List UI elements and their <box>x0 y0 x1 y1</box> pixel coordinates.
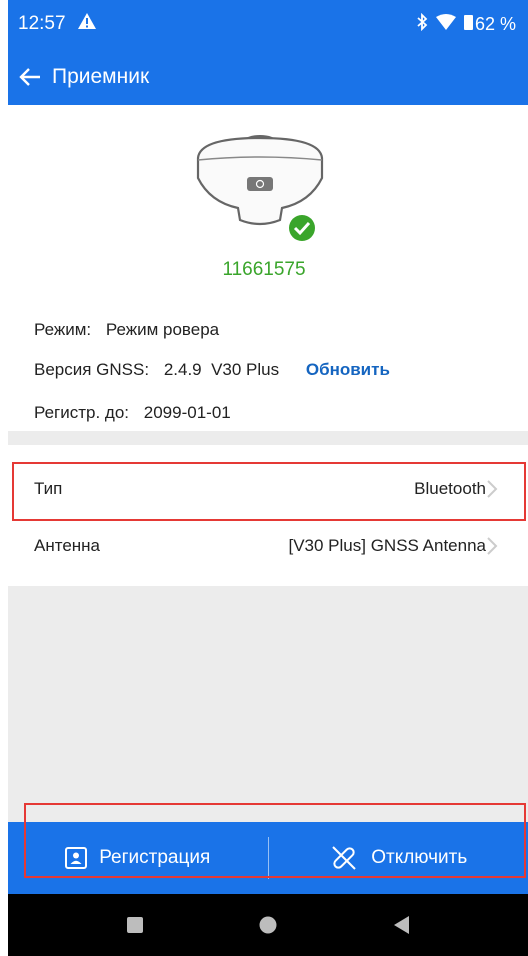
gnss-version-row: Версия GNSS: 2.4.9 V30 Plus Обновить <box>34 360 390 380</box>
square-icon <box>126 917 143 933</box>
setting-row-type[interactable]: Тип Bluetooth <box>8 461 528 517</box>
status-time: 12:57 <box>18 13 66 34</box>
setting-label: Антенна <box>34 536 101 555</box>
divider <box>8 431 528 445</box>
empty-area <box>8 586 528 822</box>
disconnect-label: Отключить <box>371 847 468 868</box>
register-label: Регистрация <box>99 847 211 868</box>
app-bar: Приемник <box>8 48 528 105</box>
registration-label: Регистр. до: <box>34 403 130 422</box>
setting-value: [V30 Plus] GNSS Antenna <box>288 536 486 555</box>
gnss-version-label: Версия GNSS: <box>34 360 150 379</box>
bottom-action-bar: Регистрация Отключить <box>8 822 528 894</box>
recent-apps-button[interactable] <box>115 905 155 945</box>
register-button[interactable]: Регистрация <box>8 822 268 894</box>
setting-value: Bluetooth <box>414 479 486 498</box>
unlink-icon <box>332 846 356 870</box>
triangle-left-icon <box>394 916 410 934</box>
gnss-receiver-image <box>190 128 330 248</box>
bluetooth-icon <box>416 12 428 36</box>
chevron-right-icon <box>487 537 498 555</box>
alert-triangle-icon <box>77 13 96 35</box>
chevron-right-icon <box>487 480 498 498</box>
setting-row-antenna[interactable]: Антенна [V30 Plus] GNSS Antenna <box>8 518 528 574</box>
check-circle-icon <box>289 215 315 241</box>
setting-label: Тип <box>34 479 63 498</box>
mode-label: Режим: <box>34 320 92 339</box>
registration-value: 2099-01-01 <box>143 403 231 422</box>
registration-row: Регистр. до: 2099-01-01 <box>34 403 231 423</box>
gnss-version-value: 2.4.9 V30 Plus <box>163 360 280 379</box>
home-button[interactable] <box>248 905 288 945</box>
arrow-left-icon <box>19 67 40 86</box>
page-title: Приемник <box>52 64 150 88</box>
circle-icon <box>259 916 277 934</box>
id-card-icon <box>65 847 88 869</box>
mode-row: Режим: Режим ровера <box>34 320 219 340</box>
system-nav-bar <box>8 894 528 956</box>
status-bar: 12:57 62 % <box>8 0 528 48</box>
wifi-icon <box>435 13 456 35</box>
device-serial: 11661575 <box>222 259 306 280</box>
battery-level: 62 % <box>474 13 516 34</box>
update-link[interactable]: Обновить <box>306 360 390 379</box>
disconnect-button[interactable]: Отключить <box>269 822 528 894</box>
mode-value: Режим ровера <box>105 320 220 339</box>
back-nav-button[interactable] <box>381 905 421 945</box>
battery-icon <box>463 14 473 30</box>
back-button[interactable] <box>14 57 46 97</box>
